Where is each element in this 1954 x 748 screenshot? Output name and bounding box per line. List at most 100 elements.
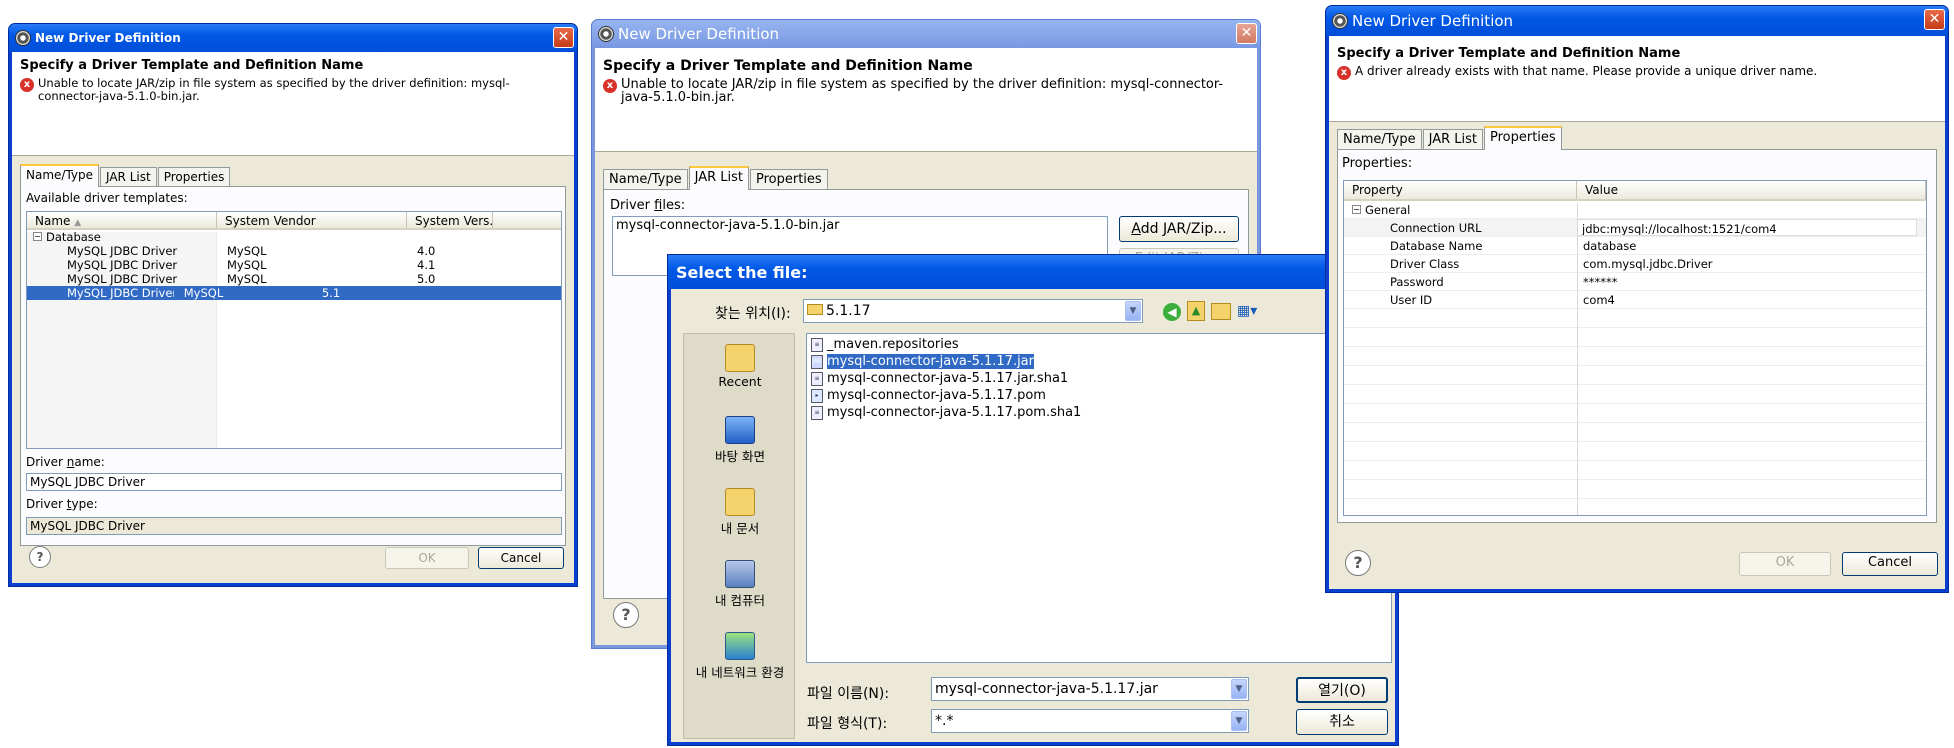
look-in-combo[interactable]: 5.1.17 ▼ — [803, 299, 1143, 323]
collapse-icon[interactable]: − — [1352, 205, 1361, 214]
column-version[interactable]: System Vers... — [407, 212, 493, 228]
title-bar[interactable]: New Driver Definition ✕ — [592, 20, 1260, 48]
file-name-label: 파일 이름(N): — [807, 686, 890, 702]
driver-type-field: MySQL JDBC Driver — [26, 517, 562, 535]
column-property[interactable]: Property — [1344, 181, 1577, 199]
place-desktop[interactable]: 바탕 화면 — [696, 416, 784, 465]
cancel-button[interactable]: Cancel — [1842, 552, 1938, 576]
list-item[interactable]: ▸ mysql-connector-java-5.1.17.pom — [807, 387, 1391, 404]
chevron-down-icon[interactable]: ▼ — [1231, 711, 1247, 731]
driver-vendor: MySQL — [183, 286, 224, 300]
place-recent[interactable]: Recent — [696, 344, 784, 389]
error-message: x A driver already exists with that name… — [1337, 65, 1937, 80]
table-row-selected[interactable]: MySQL JDBC Driver MySQL 5.1 — [27, 286, 561, 300]
file-list[interactable]: ≡ _maven.repositories JAR mysql-connector-… — [806, 333, 1392, 663]
tab-properties[interactable]: Properties — [749, 169, 828, 189]
driver-name: MySQL JDBC Driver — [67, 258, 178, 272]
driver-name-input[interactable]: MySQL JDBC Driver — [26, 473, 562, 491]
group-label: General — [1365, 203, 1411, 217]
list-item-selected[interactable]: JAR mysql-connector-java-5.1.17.jar — [807, 353, 1391, 370]
property-row[interactable]: Connection URL jdbc:mysql://localhost:152… — [1344, 219, 1926, 237]
tab-jar-list[interactable]: JAR List — [1422, 129, 1483, 149]
property-row[interactable]: Driver Class com.mysql.jdbc.Driver — [1344, 255, 1926, 273]
table-row[interactable]: MySQL JDBC Driver MySQL 4.1 — [27, 258, 561, 272]
tab-name-type[interactable]: Name/Type — [20, 164, 100, 187]
file-name-input[interactable]: mysql-connector-java-5.1.17.jar ▼ — [931, 677, 1249, 701]
driver-file-item[interactable]: mysql-connector-java-5.1.0-bin.jar — [616, 218, 840, 233]
help-icon[interactable]: ? — [29, 546, 51, 568]
ok-button[interactable]: OK — [385, 547, 469, 569]
tab-properties[interactable]: Properties — [1483, 126, 1562, 150]
documents-folder-icon — [725, 488, 755, 516]
window-title: New Driver Definition — [1352, 12, 1514, 30]
cancel-button[interactable]: Cancel — [478, 547, 564, 569]
file-type-select[interactable]: *.* ▼ — [931, 709, 1249, 733]
properties-label: Properties: — [1342, 156, 1413, 171]
tab-jar-list[interactable]: JAR List — [688, 166, 749, 190]
back-icon[interactable]: ◀ — [1163, 303, 1181, 321]
ok-button[interactable]: OK — [1739, 552, 1831, 576]
tab-jar-list[interactable]: JAR List — [100, 167, 157, 186]
up-folder-icon[interactable]: ▲ — [1187, 301, 1205, 321]
tab-bar: Name/Type JAR List Properties — [1329, 126, 1945, 150]
tree-node-general[interactable]: − General — [1344, 201, 1926, 219]
error-message: x Unable to locate JAR/zip in file syste… — [603, 78, 1249, 104]
help-icon[interactable]: ? — [613, 602, 639, 628]
add-jar-button[interactable]: Add JAR/Zip... — [1119, 216, 1239, 242]
file-name: mysql-connector-java-5.1.17.pom — [827, 388, 1046, 403]
file-type-label: 파일 형식(T): — [807, 716, 888, 732]
title-bar[interactable]: New Driver Definition ✕ — [9, 24, 577, 52]
connection-url-input[interactable]: jdbc:mysql://localhost:1521/com4 — [1577, 219, 1917, 236]
driver-version: 5.1 — [321, 286, 341, 300]
driver-dialog-properties: New Driver Definition ✕ Specify a Driver… — [1326, 6, 1948, 592]
chevron-down-icon[interactable]: ▼ — [1125, 301, 1141, 321]
driver-name: MySQL JDBC Driver — [67, 286, 174, 300]
chevron-down-icon[interactable]: ▼ — [1231, 679, 1247, 699]
title-bar[interactable]: Select the file: — [668, 255, 1398, 289]
title-bar[interactable]: New Driver Definition ✕ — [1326, 6, 1948, 36]
help-icon[interactable]: ? — [1345, 550, 1371, 576]
place-my-computer[interactable]: 내 컴퓨터 — [696, 560, 784, 609]
window-title: New Driver Definition — [618, 25, 780, 43]
new-folder-icon[interactable] — [1211, 303, 1231, 320]
close-button[interactable]: ✕ — [553, 27, 574, 48]
close-button[interactable]: ✕ — [1924, 9, 1945, 30]
open-button[interactable]: 열기(O) — [1296, 677, 1388, 703]
eclipse-gear-icon — [1332, 13, 1348, 29]
list-item[interactable]: ≡ mysql-connector-java-5.1.17.jar.sha1 — [807, 370, 1391, 387]
close-button[interactable]: ✕ — [1236, 23, 1257, 44]
list-item[interactable]: ≡ mysql-connector-java-5.1.17.pom.sha1 — [807, 404, 1391, 421]
table-row[interactable]: MySQL JDBC Driver MySQL 4.0 — [27, 244, 561, 258]
place-my-documents[interactable]: 내 문서 — [696, 488, 784, 537]
column-value[interactable]: Value — [1577, 181, 1926, 199]
driver-version: 5.0 — [417, 272, 436, 286]
window-title: Select the file: — [676, 262, 808, 282]
column-name[interactable]: Name ▲ — [27, 212, 217, 228]
eclipse-gear-icon — [15, 30, 31, 46]
property-value: database — [1583, 239, 1637, 253]
network-icon — [725, 632, 755, 660]
error-message: x Unable to locate JAR/zip in file syste… — [20, 77, 566, 103]
tab-properties[interactable]: Properties — [157, 167, 231, 186]
column-vendor[interactable]: System Vendor — [217, 212, 407, 228]
table-row[interactable]: MySQL JDBC Driver MySQL 5.0 — [27, 272, 561, 286]
tab-bar: Name/Type JAR List Properties — [12, 164, 574, 187]
tab-name-type[interactable]: Name/Type — [1337, 129, 1422, 149]
list-item[interactable]: ≡ _maven.repositories — [807, 336, 1391, 353]
driver-name: MySQL JDBC Driver — [67, 244, 178, 258]
driver-version: 4.1 — [417, 258, 436, 272]
view-menu-icon[interactable]: ▦▾ — [1237, 303, 1263, 320]
property-row[interactable]: Database Name database — [1344, 237, 1926, 255]
properties-table[interactable]: Property Value − General Connection URL j… — [1343, 180, 1927, 516]
collapse-icon[interactable]: − — [33, 232, 42, 241]
tab-name-type[interactable]: Name/Type — [603, 169, 688, 189]
place-network[interactable]: 내 네트워크 환경 — [684, 632, 796, 681]
property-row[interactable]: User ID com4 — [1344, 291, 1926, 309]
driver-template-table[interactable]: Name ▲ System Vendor System Vers... − Da… — [26, 211, 562, 449]
tree-node-database[interactable]: − Database — [27, 230, 561, 244]
cancel-button[interactable]: 취소 — [1296, 709, 1388, 735]
dialog-header: Specify a Driver Template and Definition… — [595, 48, 1257, 152]
desktop-icon — [725, 416, 755, 444]
property-row[interactable]: Password ****** — [1344, 273, 1926, 291]
error-icon: x — [20, 78, 34, 92]
